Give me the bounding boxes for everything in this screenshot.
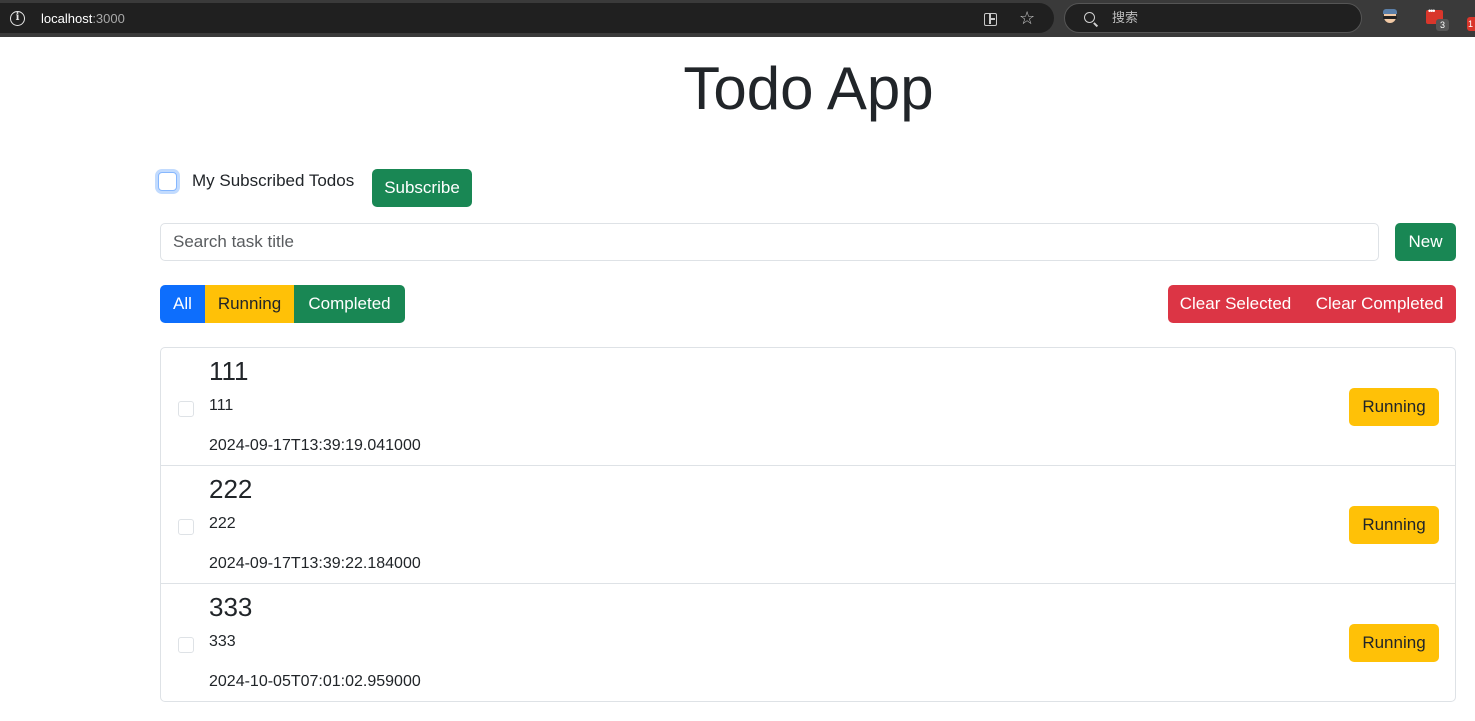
address-bar-url[interactable]: localhost:3000 [41, 11, 125, 26]
todo-date: 2024-09-17T13:39:22.184000 [209, 555, 421, 572]
spy-extension-icon[interactable] [1381, 9, 1399, 27]
todo-status-button[interactable]: Running [1349, 388, 1439, 426]
search-input[interactable] [160, 223, 1379, 261]
filter-running-button[interactable]: Running [205, 285, 294, 323]
browser-toolbar: i localhost:3000 ☆ 搜索 3 1 [0, 0, 1475, 37]
clear-button-group: Clear Selected Clear Completed [1168, 285, 1456, 323]
todo-description: 222 [209, 515, 236, 532]
filter-button-group: All Running Completed [160, 285, 405, 323]
address-bar[interactable]: i localhost:3000 ☆ [0, 3, 1054, 33]
page-title: Todo App [683, 55, 934, 122]
todo-list: 111 111 2024-09-17T13:39:19.041000 Runni… [160, 347, 1456, 702]
todo-select-checkbox[interactable] [178, 401, 194, 417]
todo-description: 111 [209, 397, 234, 414]
filter-completed-button[interactable]: Completed [294, 285, 405, 323]
clear-selected-button[interactable]: Clear Selected [1168, 285, 1303, 323]
todo-date: 2024-09-17T13:39:19.041000 [209, 437, 421, 454]
browser-search-placeholder: 搜索 [1112, 10, 1139, 25]
todo-item: 111 111 2024-09-17T13:39:19.041000 Runni… [161, 348, 1455, 466]
extension-icon-partial[interactable]: 1 [1467, 17, 1475, 31]
url-port: :3000 [92, 11, 125, 26]
site-info-icon[interactable]: i [10, 11, 25, 26]
todo-date: 2024-10-05T07:01:02.959000 [209, 673, 421, 690]
url-host: localhost [41, 11, 93, 26]
todo-title: 222 [209, 474, 253, 504]
todo-select-checkbox[interactable] [178, 519, 194, 535]
todo-item: 222 222 2024-09-17T13:39:22.184000 Runni… [161, 466, 1455, 584]
todo-title: 333 [209, 592, 253, 622]
todo-item: 333 333 2024-10-05T07:01:02.959000 Runni… [161, 584, 1455, 701]
todo-select-checkbox[interactable] [178, 637, 194, 653]
subscribed-todos-label[interactable]: My Subscribed Todos [192, 171, 354, 191]
new-todo-button[interactable]: New [1395, 223, 1456, 261]
split-screen-icon[interactable] [984, 13, 997, 26]
subscribed-todos-checkbox[interactable] [158, 172, 177, 191]
todo-title: 111 [209, 356, 249, 386]
clear-completed-button[interactable]: Clear Completed [1303, 285, 1456, 323]
todo-status-button[interactable]: Running [1349, 506, 1439, 544]
browser-search-box[interactable]: 搜索 [1064, 3, 1362, 33]
search-icon [1084, 12, 1095, 23]
filter-all-button[interactable]: All [160, 285, 205, 323]
favorite-star-icon[interactable]: ☆ [1019, 9, 1035, 29]
mail-extension-badge: 3 [1436, 19, 1449, 31]
todo-description: 333 [209, 633, 236, 650]
subscribe-button[interactable]: Subscribe [372, 169, 472, 207]
todo-status-button[interactable]: Running [1349, 624, 1439, 662]
